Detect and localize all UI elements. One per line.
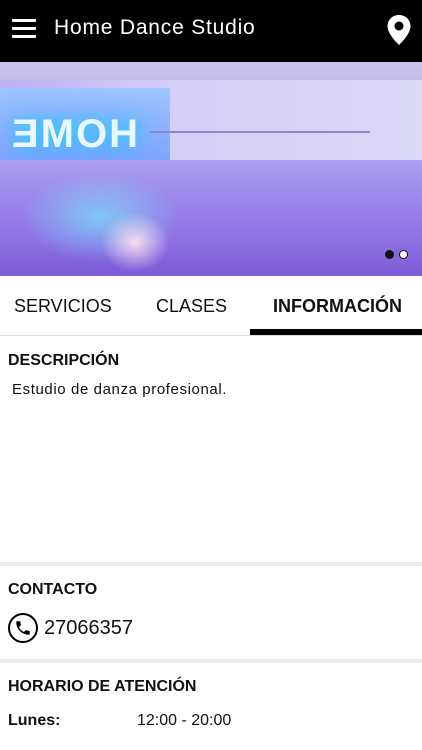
descripcion-title: DESCRIPCIÓN [8, 352, 120, 369]
schedule-day: Lunes: [8, 712, 61, 729]
phone-icon [8, 613, 38, 643]
contacto-title: CONTACTO [8, 581, 98, 598]
hero-barre [150, 131, 370, 133]
selected-tab-indicator [250, 329, 422, 335]
carousel-dot-1[interactable] [385, 250, 394, 259]
carousel-indicator [385, 250, 408, 259]
hero-light-reflection [100, 212, 170, 272]
app-bar: Home Dance Studio [0, 0, 422, 62]
carousel-dot-2[interactable] [399, 250, 408, 259]
app-title: Home Dance Studio [54, 16, 256, 39]
phone-contact[interactable]: 27066357 [8, 613, 133, 643]
descripcion-text: Estudio de danza profesional. [12, 381, 228, 398]
section-divider [0, 562, 422, 566]
horario-title: HORARIO DE ATENCIÓN [8, 678, 197, 695]
section-divider [0, 659, 422, 663]
tab-informacion[interactable]: INFORMACIÓN [273, 296, 402, 317]
tab-clases[interactable]: CLASES [156, 296, 227, 317]
schedule-hours: 12:00 - 20:00 [137, 712, 232, 729]
phone-number: 27066357 [44, 616, 133, 639]
tab-bar: SERVICIOS CLASES INFORMACIÓN [0, 276, 422, 336]
map-pin-icon[interactable] [386, 14, 412, 46]
studio-photo-carousel[interactable]: HOME [0, 62, 422, 276]
hero-home-sign: HOME [10, 112, 138, 156]
tab-servicios[interactable]: SERVICIOS [14, 296, 112, 317]
hamburger-menu-icon[interactable] [12, 19, 36, 39]
